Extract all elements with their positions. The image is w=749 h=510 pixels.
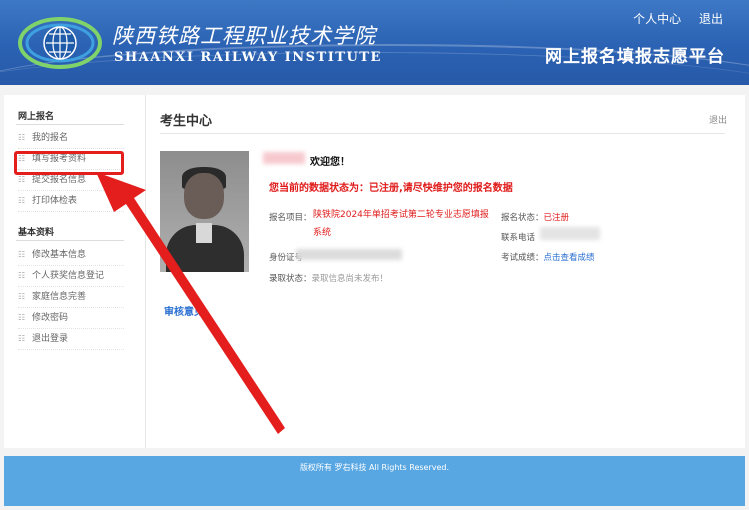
page-title: 考生中心 bbox=[160, 114, 213, 129]
list-icon: ☷ bbox=[18, 196, 26, 205]
status-value: 已注册 bbox=[543, 213, 570, 223]
sidebar-item-label: 修改密码 bbox=[32, 313, 69, 323]
sidebar-item-award-info[interactable]: ☷ 个人获奖信息登记 bbox=[18, 266, 124, 287]
status-label: 报名状态： bbox=[501, 213, 544, 223]
data-status-message: 您当前的数据状态为：已注册,请尽快维护您的报名数据 bbox=[269, 183, 513, 194]
highlight-annotation-box bbox=[14, 151, 124, 175]
sidebar: 网上报名 ☷ 我的报名 ☷ 填写报考资料 ☷ 提交报名信息 ☷ 打印体检表 基本资料 ☷… bbox=[4, 95, 146, 448]
sidebar-item-logout[interactable]: ☷ 退出登录 bbox=[18, 329, 124, 350]
site-footer: 版权所有 罗右科技 All Rights Reserved. bbox=[4, 456, 745, 506]
list-icon: ☷ bbox=[18, 313, 26, 322]
sidebar-section-basic-info: 基本资料 bbox=[18, 228, 55, 238]
admission-row: 录取状态：录取信息尚未发布！ bbox=[269, 272, 388, 284]
admission-value: 录取信息尚未发布！ bbox=[311, 274, 389, 284]
railway-logo-icon bbox=[18, 17, 102, 69]
content-logout-link[interactable]: 退出 bbox=[709, 113, 727, 126]
sidebar-item-label: 个人获奖信息登记 bbox=[32, 271, 105, 281]
site-header: 陕西铁路工程职业技术学院 SHAANXI RAILWAY INSTITUTE 个… bbox=[0, 0, 749, 85]
top-links: 个人中心 退出 bbox=[619, 10, 723, 27]
sidebar-item-print-checkup[interactable]: ☷ 打印体检表 bbox=[18, 191, 124, 212]
sidebar-item-label: 家庭信息完善 bbox=[32, 292, 87, 302]
view-score-link[interactable]: 点击查看成绩 bbox=[544, 253, 595, 263]
list-icon: ☷ bbox=[18, 250, 26, 259]
project-value: 陕铁院2024年单招考试第二轮专业志愿填报系统 bbox=[313, 210, 489, 238]
redacted-phone bbox=[540, 227, 600, 240]
sidebar-item-family-info[interactable]: ☷ 家庭信息完善 bbox=[18, 287, 124, 308]
admission-label: 录取状态： bbox=[269, 274, 312, 284]
sidebar-item-label: 提交报名信息 bbox=[32, 175, 87, 185]
list-icon: ☷ bbox=[18, 292, 26, 301]
sidebar-item-label: 我的报名 bbox=[32, 133, 69, 143]
sidebar-item-my-registration[interactable]: ☷ 我的报名 bbox=[18, 128, 124, 149]
welcome-text: 欢迎您！ bbox=[310, 157, 350, 168]
phone-label: 联系电话 bbox=[501, 233, 536, 243]
project-label: 报名项目： bbox=[269, 213, 312, 223]
main-panel: 网上报名 ☷ 我的报名 ☷ 填写报考资料 ☷ 提交报名信息 ☷ 打印体检表 基本资料 ☷… bbox=[4, 95, 745, 448]
sidebar-item-edit-basic-info[interactable]: ☷ 修改基本信息 bbox=[18, 245, 124, 266]
project-row: 报名项目： bbox=[269, 211, 312, 223]
school-name-cn: 陕西铁路工程职业技术学院 bbox=[112, 24, 376, 48]
list-icon: ☷ bbox=[18, 334, 26, 343]
score-row: 考试成绩：点击查看成绩 bbox=[501, 251, 595, 263]
divider bbox=[160, 133, 725, 134]
school-name-en: SHAANXI RAILWAY INSTITUTE bbox=[114, 50, 382, 65]
sidebar-item-label: 修改基本信息 bbox=[32, 250, 87, 260]
content-area: 考生中心 退出 欢迎您！ 您当前的数据状态为：已注册,请尽快维护您的报名数据 报… bbox=[150, 95, 745, 448]
sidebar-section-online-registration: 网上报名 bbox=[18, 112, 55, 122]
sidebar-item-label: 打印体检表 bbox=[32, 196, 78, 206]
list-icon: ☷ bbox=[18, 271, 26, 280]
divider bbox=[16, 124, 124, 125]
redacted-id bbox=[296, 249, 402, 260]
copyright-text: 版权所有 罗右科技 All Rights Reserved. bbox=[299, 463, 450, 472]
platform-title: 网上报名填报志愿平台 bbox=[545, 47, 725, 67]
registration-status: 报名状态：已注册 bbox=[501, 211, 569, 223]
audit-opinion-link[interactable]: 审核意见 bbox=[164, 303, 204, 318]
sidebar-item-change-password[interactable]: ☷ 修改密码 bbox=[18, 308, 124, 329]
redacted-name bbox=[263, 152, 305, 164]
sidebar-item-label: 退出登录 bbox=[32, 334, 69, 344]
header-logout-link[interactable]: 退出 bbox=[699, 12, 723, 26]
list-icon: ☷ bbox=[18, 133, 26, 142]
divider bbox=[16, 240, 124, 241]
score-label: 考试成绩： bbox=[501, 253, 544, 263]
applicant-photo bbox=[160, 151, 249, 272]
personal-center-link[interactable]: 个人中心 bbox=[633, 12, 681, 26]
